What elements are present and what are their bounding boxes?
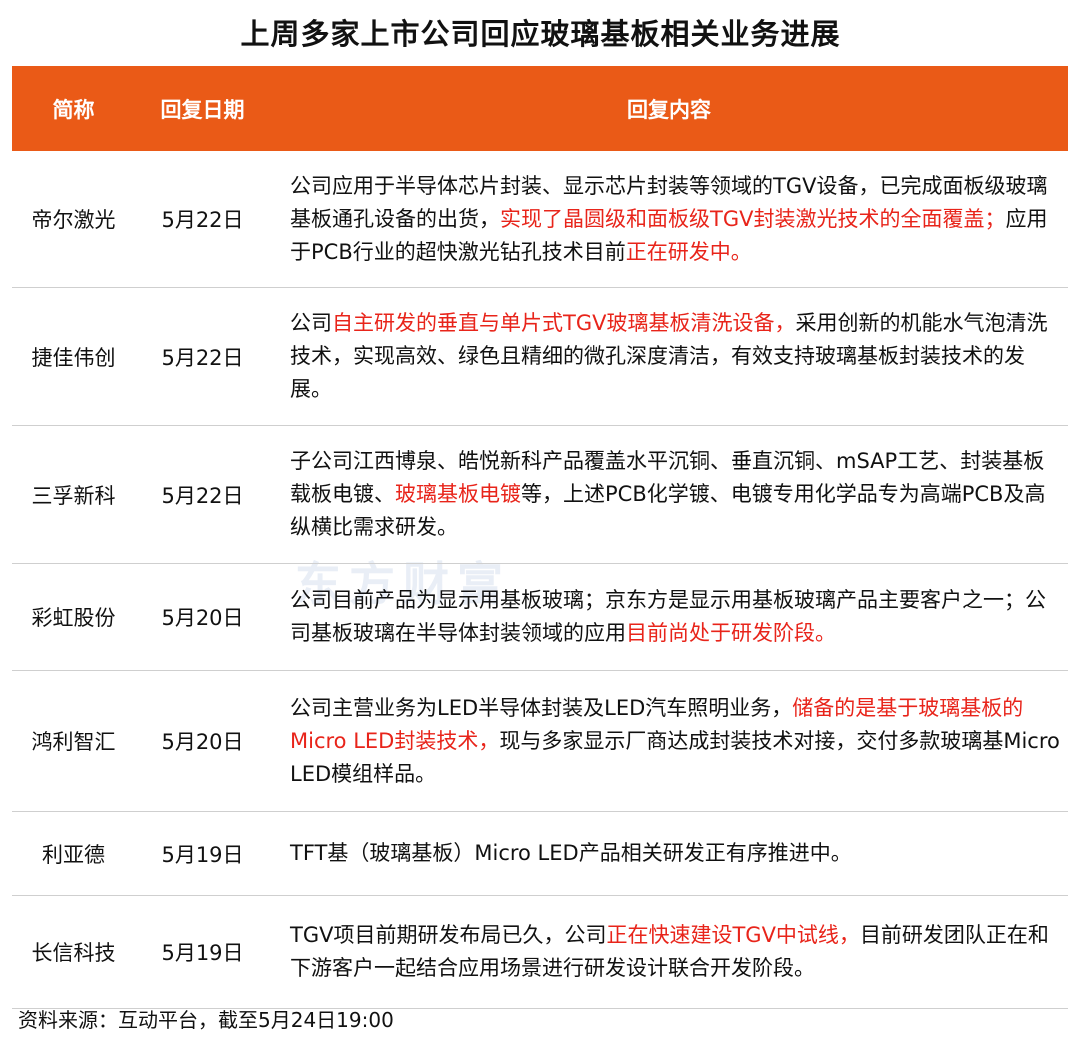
highlighted-text: 实现了晶圆级和面板级TGV封装激光技术的全面覆盖； [500, 206, 1006, 231]
source-note: 资料来源：互动平台，截至5月24日19:00 [18, 1008, 394, 1032]
company-name: 三孚新科 [31, 483, 116, 508]
reply-date: 5月20日 [161, 606, 244, 630]
company-name: 帝尔激光 [31, 208, 116, 232]
company-name: 利亚德 [42, 842, 105, 867]
table-row: 捷佳伟创 5月22日 公司自主研发的垂直与单片式TGV玻璃基板清洗设备，采用创新的机… [12, 288, 1068, 426]
table-row: 长信科技 5月19日 TGV项目前期研发布局已久，公司正在快速建设TGV中试线，目前… [12, 896, 1068, 1009]
reply-content: 子公司江西博泉、皓悦新科产品覆盖水平沉铜、垂直沉铜、mSAP工艺、封装基板载板电… [270, 445, 1068, 544]
reply-date: 5月20日 [161, 730, 244, 754]
table-row: 利亚德 5月19日 TFT基（玻璃基板）Micro LED产品相关研发正有序推进中。 [12, 812, 1068, 896]
header-date: 回复日期 [160, 97, 245, 122]
reply-date: 5月22日 [161, 345, 244, 370]
reply-content: 公司自主研发的垂直与单片式TGV玻璃基板清洗设备，采用创新的机能水气泡清洗技术，… [270, 307, 1068, 406]
table-header: 简称 回复日期 回复内容 [12, 66, 1068, 151]
company-name: 捷佳伟创 [31, 345, 116, 370]
header-name: 简称 [52, 97, 95, 122]
content-text: 公司主营业务为LED半导体封装及LED汽车照明业务， [290, 695, 793, 720]
reply-date: 5月22日 [161, 208, 244, 232]
table-body: 帝尔激光 5月22日 公司应用于半导体芯片封装、显示芯片封装等领域的TGV设备，已完… [12, 151, 1068, 1009]
reply-content: 公司主营业务为LED半导体封装及LED汽车照明业务，储备的是基于玻璃基板的Mic… [270, 692, 1068, 791]
announcement-table: 简称 回复日期 回复内容 帝尔激光 5月22日 公司应用于半导体芯片封装、显示芯片封… [12, 66, 1068, 1009]
content-text: TFT基（玻璃基板）Micro LED产品相关研发正有序推进中。 [290, 841, 852, 865]
highlighted-text: 目前尚处于研发阶段。 [626, 621, 836, 645]
highlighted-text: 玻璃基板电镀 [395, 482, 521, 506]
table-row: 三孚新科 5月22日 子公司江西博泉、皓悦新科产品覆盖水平沉铜、垂直沉铜、mSAP工… [12, 426, 1068, 564]
content-text: TGV项目前期研发布局已久，公司 [290, 923, 607, 947]
highlighted-text: 自主研发的垂直与单片式TGV玻璃基板清洗设备， [332, 311, 796, 335]
reply-content: 公司应用于半导体芯片封装、显示芯片封装等领域的TGV设备，已完成面板级玻璃基板通… [270, 170, 1068, 269]
highlighted-text: 正在研发中。 [625, 239, 752, 264]
company-name: 长信科技 [31, 941, 116, 965]
page-title: 上周多家上市公司回应玻璃基板相关业务进展 [240, 17, 841, 51]
reply-content: TFT基（玻璃基板）Micro LED产品相关研发正有序推进中。 [270, 837, 1068, 870]
reply-content: 公司目前产品为显示用基板玻璃；京东方是显示用基板玻璃产品主要客户之一；公司基板玻… [270, 584, 1068, 650]
table-row: 帝尔激光 5月22日 公司应用于半导体芯片封装、显示芯片封装等领域的TGV设备，已完… [12, 151, 1068, 288]
content-text: 公司 [290, 311, 332, 335]
company-name: 鸿利智汇 [31, 730, 116, 754]
header-content: 回复内容 [627, 97, 711, 122]
table-row: 鸿利智汇 5月20日 公司主营业务为LED半导体封装及LED汽车照明业务，储备的是基… [12, 671, 1068, 812]
highlighted-text: 正在快速建设TGV中试线， [606, 923, 860, 947]
reply-date: 5月19日 [161, 842, 244, 867]
table-row: 彩虹股份 5月20日 公司目前产品为显示用基板玻璃；京东方是显示用基板玻璃产品主要客… [12, 564, 1068, 671]
reply-date: 5月22日 [161, 483, 244, 508]
company-name: 彩虹股份 [31, 606, 116, 630]
reply-content: TGV项目前期研发布局已久，公司正在快速建设TGV中试线，目前研发团队正在和下游… [270, 919, 1068, 985]
reply-date: 5月19日 [161, 941, 244, 965]
